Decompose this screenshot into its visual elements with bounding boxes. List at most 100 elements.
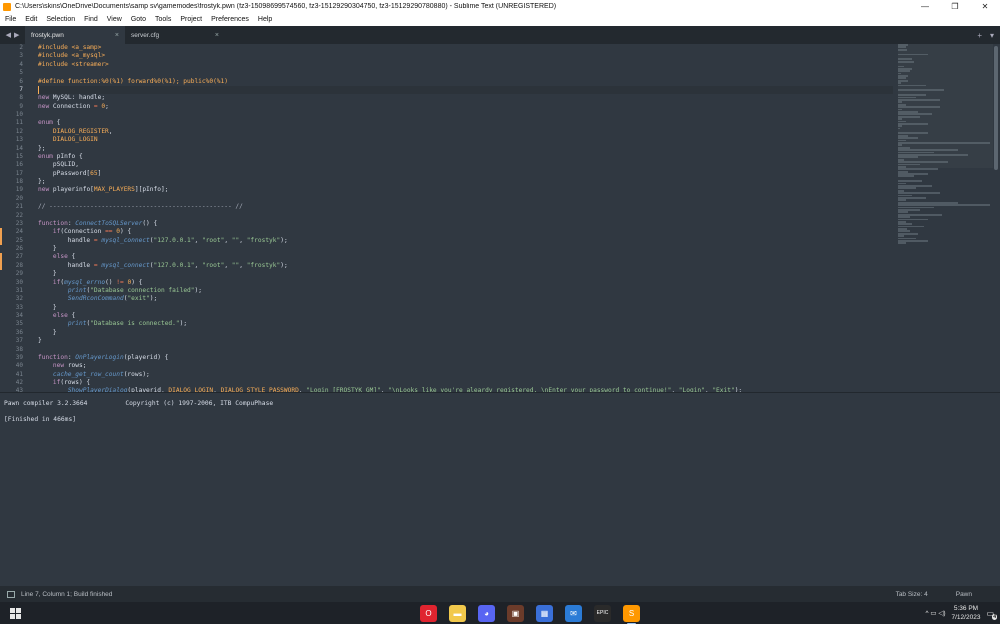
code-line: print("Database is connected."); (67, 320, 188, 328)
menu-tools[interactable]: Tools (150, 16, 175, 23)
line-number: 13 (15, 136, 23, 144)
line-number: 27 (0, 253, 30, 263)
line-number: 40 (15, 362, 23, 370)
maximize-button[interactable]: ❐ (940, 0, 970, 13)
code-line: enum { (38, 119, 61, 127)
code-line: } (38, 337, 42, 345)
line-number: 25 (0, 236, 30, 246)
minimap[interactable] (898, 44, 993, 274)
menu-preferences[interactable]: Preferences (206, 16, 253, 23)
code-line: } (38, 270, 57, 278)
line-number: 41 (15, 370, 23, 378)
tab-next-icon[interactable]: ▶ (14, 31, 19, 39)
tray-icons[interactable]: ^ ▭ ◁) (926, 609, 946, 617)
status-position: Line 7, Column 1; Build finished (21, 590, 113, 598)
minimap-line (898, 242, 906, 245)
discord-icon[interactable]: ◕ (478, 604, 495, 622)
code-line: handle = mysql_connect("127.0.0.1", "roo… (38, 236, 288, 244)
code-line: pSQLID, (38, 161, 79, 169)
code-line: DIALOG_REGISTER, (52, 127, 113, 135)
line-number: 19 (15, 186, 23, 194)
code-line: if(rows) { (52, 379, 91, 386)
game-icon[interactable]: ▣ (507, 604, 524, 622)
tab-close-icon[interactable]: × (215, 32, 219, 39)
line-number: 18 (15, 178, 23, 185)
tab-bar: ◀ ▶ frostyk.pwn × server.cfg × + ▾ (0, 26, 1000, 44)
store-icon[interactable]: ▦ (536, 604, 553, 622)
code-line: function: ConnectToSQLServer() { (38, 219, 158, 227)
line-number: 36 (15, 328, 23, 336)
minimize-button[interactable]: — (910, 0, 940, 13)
vertical-scrollbar[interactable] (994, 46, 998, 170)
epic-games-icon[interactable]: EPIC (594, 604, 611, 622)
code-line: cache_get_row_count(rows); (52, 370, 150, 378)
menu-project[interactable]: Project (175, 16, 206, 23)
code-line: if(mysql_errno() != 0) { (52, 278, 143, 286)
line-number: 31 (15, 286, 23, 294)
windows-taskbar: O ▬ ◕ ▣ ▦ ✉ EPIC S ^ ▭ ◁) 5:36 PM 7/12/2023 ▭ 4 (0, 602, 1000, 624)
menu-find[interactable]: Find (79, 16, 102, 23)
close-button[interactable]: ✕ (970, 0, 1000, 13)
code-line: handle = mysql_connect("127.0.0.1", "roo… (38, 261, 288, 269)
code-line: } (38, 303, 57, 311)
code-line: function: OnPlayerLogin(playerid) { (38, 353, 169, 361)
minimap-line (898, 175, 914, 178)
code-line: #include <a_mysql> (38, 52, 106, 60)
code-line: SendRconCommand("exit"); (67, 295, 158, 303)
menu-bar: File Edit Selection Find View Goto Tools… (0, 13, 1000, 26)
code-editor[interactable]: 2 3 4 5 6 7 8 9 10 11 12 13 14 15 16 17 18 19 20 21 22 23 24 25… (0, 44, 1000, 392)
clock[interactable]: 5:36 PM 7/12/2023 (952, 604, 981, 622)
line-number: 17 (15, 169, 23, 177)
line-number: 35 (15, 320, 23, 328)
sublime-icon[interactable]: S (623, 604, 640, 624)
tab-frostyk-pwn[interactable]: frostyk.pwn × (25, 26, 125, 44)
line-number: 4 (19, 60, 23, 68)
notification-icon[interactable]: ▭ 4 (986, 609, 997, 620)
file-explorer-icon[interactable]: ▬ (449, 604, 466, 622)
menu-help[interactable]: Help (253, 16, 276, 23)
tab-server-cfg[interactable]: server.cfg × (125, 26, 225, 44)
line-number: 32 (15, 295, 23, 303)
tab-size-indicator[interactable]: Tab Size: 4 (896, 591, 928, 598)
output-line-finished: [Finished in 466ms] (4, 416, 77, 423)
line-number: 37 (15, 337, 23, 345)
menu-edit[interactable]: Edit (20, 16, 41, 23)
line-number: 28 (0, 261, 30, 271)
line-number: 30 (15, 278, 23, 286)
syntax-indicator[interactable]: Pawn (956, 591, 972, 598)
line-number: 2 (19, 44, 23, 51)
menu-view[interactable]: View (102, 16, 126, 23)
new-tab-icon[interactable]: + (977, 31, 982, 40)
line-number: 34 (15, 312, 23, 319)
line-number: 12 (15, 127, 23, 135)
menu-selection[interactable]: Selection (41, 16, 79, 23)
menu-goto[interactable]: Goto (126, 16, 150, 23)
minimap-line (898, 48, 907, 51)
opera-icon[interactable]: O (420, 604, 437, 622)
code-line: }; (38, 178, 46, 185)
line-number: 26 (15, 245, 23, 252)
windows-start-icon[interactable] (10, 607, 24, 619)
tab-prev-icon[interactable]: ◀ (6, 31, 11, 39)
tab-close-icon[interactable]: × (115, 32, 119, 39)
code-area[interactable]: #include <a_samp> #include <a_mysql> #in… (38, 44, 893, 392)
clock-time: 5:36 PM (953, 605, 979, 612)
code-line: print("Database connection failed"); (67, 286, 202, 294)
panel-toggle-icon[interactable] (7, 590, 15, 598)
tab-list-icon[interactable]: ▾ (990, 31, 994, 40)
minimap-line (898, 142, 990, 144)
code-line: new rows; (52, 362, 87, 370)
tab-navigation: ◀ ▶ (0, 26, 25, 44)
menu-file[interactable]: File (0, 16, 20, 23)
code-line: // -------------------------------------… (38, 203, 243, 211)
window-title: C:\Users\skins\OneDrive\Documents\samp s… (15, 3, 557, 10)
line-number-gutter: 2 3 4 5 6 7 8 9 10 11 12 13 14 15 16 17 18 19 20 21 22 23 24 25… (0, 44, 30, 392)
line-number: 10 (15, 111, 23, 118)
line-number: 42 (15, 379, 23, 386)
tab-label: server.cfg (131, 31, 160, 39)
mail-icon[interactable]: ✉ (565, 604, 582, 622)
line-number: 3 (19, 52, 23, 60)
